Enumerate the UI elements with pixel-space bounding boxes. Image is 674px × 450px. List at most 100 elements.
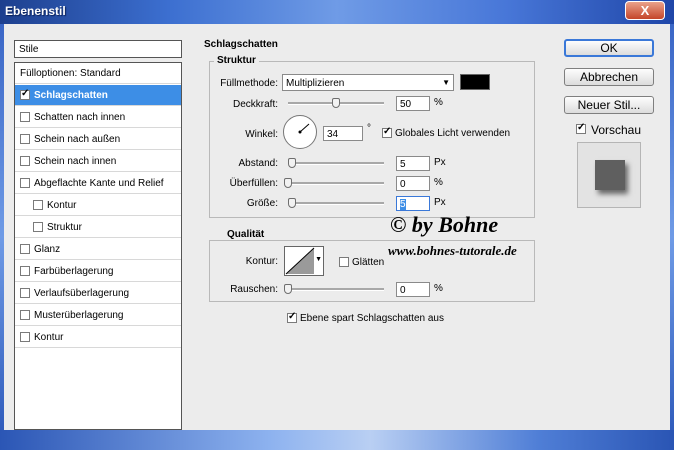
angle-label: Winkel: bbox=[245, 129, 278, 140]
style-item-label: Glanz bbox=[34, 244, 61, 255]
noise-slider-thumb[interactable] bbox=[284, 284, 292, 294]
contour-chevron-down-icon: ▼ bbox=[315, 256, 322, 263]
style-list-item[interactable]: Farbüberlagerung bbox=[15, 261, 181, 282]
contour-picker[interactable]: ▼ bbox=[284, 246, 324, 276]
watermark-url: www.bohnes-tutorale.de bbox=[388, 243, 517, 258]
styles-header[interactable]: Stile bbox=[14, 40, 182, 58]
structure-title: Struktur bbox=[214, 55, 259, 66]
style-list-item[interactable]: Kontur bbox=[15, 195, 181, 216]
spread-slider[interactable] bbox=[288, 182, 384, 185]
style-list-item[interactable]: Schein nach außen bbox=[15, 129, 181, 150]
spread-input[interactable]: 0 bbox=[396, 176, 430, 191]
style-list-item[interactable]: Musterüberlagerung bbox=[15, 305, 181, 326]
opacity-label: Deckkraft: bbox=[232, 99, 278, 110]
angle-dial[interactable] bbox=[283, 115, 317, 149]
size-input[interactable]: 5 bbox=[396, 196, 430, 211]
shadow-color-swatch[interactable] bbox=[460, 74, 490, 90]
style-item-checkbox[interactable] bbox=[20, 156, 30, 166]
angle-unit: ° bbox=[367, 123, 371, 134]
dialog-content: Stile Fülloptionen: Standard Schlagschatt… bbox=[4, 24, 670, 430]
spread-slider-thumb[interactable] bbox=[284, 178, 292, 188]
antialias-checkbox[interactable] bbox=[339, 257, 349, 267]
noise-unit: % bbox=[434, 283, 443, 294]
style-list-item[interactable]: Struktur bbox=[15, 217, 181, 238]
preview-label: Vorschau bbox=[591, 123, 642, 137]
distance-input[interactable]: 5 bbox=[396, 156, 430, 171]
noise-label: Rauschen: bbox=[230, 284, 278, 295]
drop-shadow-title: Schlagschatten bbox=[201, 39, 281, 50]
opacity-slider-thumb[interactable] bbox=[332, 98, 340, 108]
style-item-checkbox[interactable] bbox=[20, 112, 30, 122]
size-unit: Px bbox=[434, 197, 446, 208]
style-item-label: Fülloptionen: Standard bbox=[20, 68, 121, 79]
close-button[interactable]: X bbox=[625, 1, 665, 20]
style-item-label: Schatten nach innen bbox=[34, 112, 126, 123]
style-item-checkbox[interactable] bbox=[20, 332, 30, 342]
styles-header-label: Stile bbox=[19, 44, 39, 55]
spread-label: Überfüllen: bbox=[229, 178, 278, 189]
style-list-item[interactable]: Abgeflachte Kante und Relief bbox=[15, 173, 181, 194]
window-frame-right bbox=[670, 24, 674, 450]
blend-mode-label: Füllmethode: bbox=[220, 78, 278, 89]
global-light-label: Globales Licht verwenden bbox=[395, 128, 511, 139]
preview-checkbox[interactable] bbox=[576, 122, 586, 134]
blend-mode-value: Multiplizieren bbox=[286, 78, 345, 89]
style-list-item[interactable]: Fülloptionen: Standard bbox=[15, 63, 181, 84]
style-item-label: Kontur bbox=[34, 332, 64, 343]
style-item-label: Schein nach innen bbox=[34, 156, 117, 167]
distance-value: 5 bbox=[400, 159, 406, 170]
style-list-item[interactable]: Verlaufsüberlagerung bbox=[15, 283, 181, 304]
style-item-label: Verlaufsüberlagerung bbox=[34, 288, 130, 299]
quality-title: Qualität bbox=[224, 229, 268, 240]
style-item-label: Musterüberlagerung bbox=[34, 310, 124, 321]
style-item-checkbox[interactable] bbox=[20, 310, 30, 320]
style-item-checkbox[interactable] bbox=[33, 200, 43, 210]
new-style-button[interactable]: Neuer Stil... bbox=[564, 96, 654, 114]
style-item-checkbox[interactable] bbox=[33, 222, 43, 232]
title-bar[interactable]: Ebenenstil X bbox=[0, 0, 674, 24]
contour-linear-icon bbox=[285, 247, 315, 275]
chevron-down-icon: ▼ bbox=[442, 78, 450, 87]
distance-slider-thumb[interactable] bbox=[288, 158, 296, 168]
angle-needle-icon bbox=[298, 123, 310, 134]
style-item-label: Kontur bbox=[47, 200, 77, 211]
angle-value: 34 bbox=[327, 129, 339, 140]
preview-shadow-square bbox=[595, 160, 625, 190]
knockout-label: Ebene spart Schlagschatten aus bbox=[300, 313, 444, 324]
size-value: 5 bbox=[400, 199, 406, 210]
window-title: Ebenenstil bbox=[5, 4, 66, 18]
cancel-button[interactable]: Abbrechen bbox=[564, 68, 654, 86]
style-item-checkbox[interactable] bbox=[20, 178, 30, 188]
style-item-label: Abgeflachte Kante und Relief bbox=[34, 178, 164, 189]
size-slider[interactable] bbox=[288, 202, 384, 205]
opacity-input[interactable]: 50 bbox=[396, 96, 430, 111]
style-item-label: Schein nach außen bbox=[34, 134, 121, 145]
global-light-checkbox[interactable] bbox=[382, 126, 392, 138]
style-item-checkbox[interactable] bbox=[20, 134, 30, 144]
distance-slider[interactable] bbox=[288, 162, 384, 165]
style-item-checkbox[interactable] bbox=[20, 88, 30, 100]
style-item-checkbox[interactable] bbox=[20, 244, 30, 254]
style-list-item[interactable]: Schlagschatten bbox=[15, 85, 181, 106]
noise-input[interactable]: 0 bbox=[396, 282, 430, 297]
size-label: Größe: bbox=[246, 198, 278, 209]
style-list-item[interactable]: Schein nach innen bbox=[15, 151, 181, 172]
opacity-unit: % bbox=[434, 97, 443, 108]
spread-unit: % bbox=[434, 177, 443, 188]
contour-label: Kontur: bbox=[245, 256, 278, 267]
opacity-value: 50 bbox=[400, 99, 412, 110]
noise-slider[interactable] bbox=[288, 288, 384, 291]
style-list-item[interactable]: Glanz bbox=[15, 239, 181, 260]
angle-input[interactable]: 34 bbox=[323, 126, 363, 141]
knockout-checkbox[interactable] bbox=[287, 311, 297, 323]
style-list-item[interactable]: Schatten nach innen bbox=[15, 107, 181, 128]
style-item-checkbox[interactable] bbox=[20, 288, 30, 298]
style-item-label: Schlagschatten bbox=[34, 90, 108, 101]
watermark-copyright: © by Bohne bbox=[390, 212, 499, 237]
size-slider-thumb[interactable] bbox=[288, 198, 296, 208]
ok-button[interactable]: OK bbox=[564, 39, 654, 57]
style-item-checkbox[interactable] bbox=[20, 266, 30, 276]
blend-mode-select[interactable]: Multiplizieren ▼ bbox=[282, 74, 454, 91]
noise-value: 0 bbox=[400, 285, 406, 296]
style-list-item[interactable]: Kontur bbox=[15, 327, 181, 348]
